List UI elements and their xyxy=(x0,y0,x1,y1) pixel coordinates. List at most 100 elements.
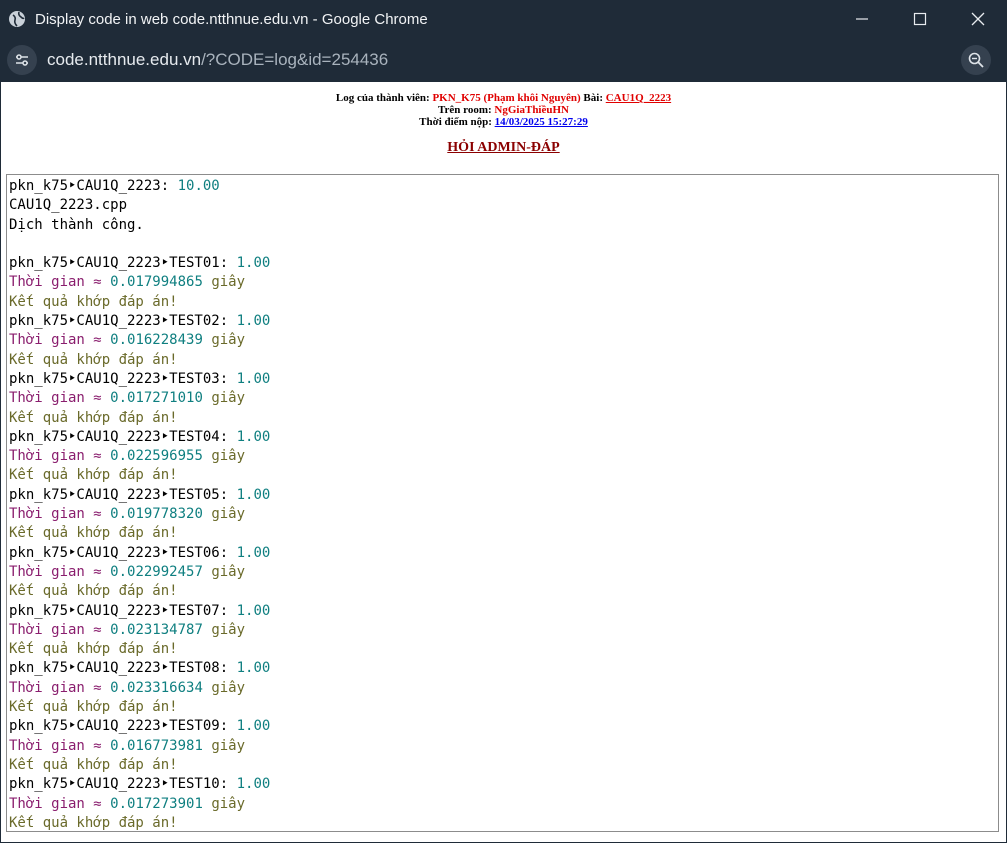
test-score: 1.00 xyxy=(236,776,271,793)
zoom-icon xyxy=(968,52,984,68)
test-name: pkn_k75‣CAU1Q_2223‣TEST03: xyxy=(9,370,229,387)
seconds-label: giây xyxy=(211,274,246,291)
test-time: 0.022596955 xyxy=(110,448,203,465)
test-time: 0.017271010 xyxy=(110,390,203,407)
time-label: Thời gian ≈ xyxy=(9,332,102,349)
minimize-button[interactable] xyxy=(833,0,891,38)
seconds-label: giây xyxy=(211,621,246,638)
time-label: Thời gian ≈ xyxy=(9,448,102,465)
time-label: Thời gian ≈ xyxy=(9,274,102,291)
globe-icon xyxy=(8,10,26,28)
test-time-line: Thời gian ≈ 0.017273901 giây xyxy=(9,796,245,812)
ask-admin: HỎI ADMIN-ĐÁP xyxy=(1,140,1006,156)
test-time: 0.019778320 xyxy=(110,506,203,523)
window-title: Display code in web code.ntthnue.edu.vn … xyxy=(35,10,428,28)
match-message: Kết quả khớp đáp án! xyxy=(9,699,178,716)
test-name: pkn_k75‣CAU1Q_2223‣TEST09: xyxy=(9,718,229,735)
room-label: Trên room: xyxy=(438,104,492,116)
test-result-line: pkn_k75‣CAU1Q_2223‣TEST10: 1.00 xyxy=(9,776,270,792)
time-label: Thời gian ≈ xyxy=(9,390,102,407)
test-result-line: pkn_k75‣CAU1Q_2223‣TEST07: 1.00 xyxy=(9,603,270,619)
test-name: pkn_k75‣CAU1Q_2223‣TEST08: xyxy=(9,660,229,677)
problem-label: Bài: xyxy=(583,92,603,104)
test-time-line: Thời gian ≈ 0.016773981 giây xyxy=(9,738,245,754)
room-line: Trên room: NgGiaThiềuHN xyxy=(1,104,1006,116)
test-time-line: Thời gian ≈ 0.016228439 giây xyxy=(9,332,245,348)
match-message: Kết quả khớp đáp án! xyxy=(9,525,178,542)
test-name: pkn_k75‣CAU1Q_2223‣TEST04: xyxy=(9,428,229,445)
test-time: 0.023134787 xyxy=(110,621,203,638)
maximize-button[interactable] xyxy=(891,0,949,38)
test-score: 1.00 xyxy=(236,718,271,735)
match-message: Kết quả khớp đáp án! xyxy=(9,814,178,831)
test-time: 0.017273901 xyxy=(110,795,203,812)
ask-admin-link[interactable]: HỎI ADMIN-ĐÁP xyxy=(447,140,559,155)
log-file-name: CAU1Q_2223.cpp xyxy=(9,197,128,214)
test-score: 1.00 xyxy=(236,255,271,272)
test-time: 0.022992457 xyxy=(110,563,203,580)
test-time-line: Thời gian ≈ 0.022596955 giây xyxy=(9,448,245,464)
test-time: 0.017994865 xyxy=(110,274,203,291)
site-info-button[interactable] xyxy=(7,45,37,75)
time-label: Thời điểm nộp: xyxy=(419,116,492,128)
test-score: 1.00 xyxy=(236,544,271,561)
test-time-line: Thời gian ≈ 0.022992457 giây xyxy=(9,564,245,580)
close-button[interactable] xyxy=(949,0,1007,38)
test-score: 1.00 xyxy=(236,602,271,619)
test-name: pkn_k75‣CAU1Q_2223‣TEST06: xyxy=(9,544,229,561)
time-label: Thời gian ≈ xyxy=(9,679,102,696)
test-result-line: pkn_k75‣CAU1Q_2223‣TEST08: 1.00 xyxy=(9,660,270,676)
test-result-line: pkn_k75‣CAU1Q_2223‣TEST05: 1.00 xyxy=(9,487,270,503)
close-icon xyxy=(971,12,985,26)
test-name: pkn_k75‣CAU1Q_2223‣TEST02: xyxy=(9,313,229,330)
seconds-label: giây xyxy=(211,679,246,696)
test-time: 0.023316634 xyxy=(110,679,203,696)
match-message: Kết quả khớp đáp án! xyxy=(9,641,178,658)
url-text[interactable]: code.ntthnue.edu.vn/?CODE=log&id=254436 xyxy=(47,50,388,70)
test-time-line: Thời gian ≈ 0.023134787 giây xyxy=(9,622,245,638)
problem-link[interactable]: CAU1Q_2223 xyxy=(606,92,671,104)
time-label: Thời gian ≈ xyxy=(9,506,102,523)
time-label: Thời gian ≈ xyxy=(9,737,102,754)
test-time: 0.016773981 xyxy=(110,737,203,754)
test-result-line: pkn_k75‣CAU1Q_2223‣TEST03: 1.00 xyxy=(9,371,270,387)
member-name: PKN_K75 (Phạm khôi Nguyên) xyxy=(432,92,581,104)
url-path: /?CODE=log&id=254436 xyxy=(201,50,389,69)
test-time-line: Thời gian ≈ 0.023316634 giây xyxy=(9,680,245,696)
seconds-label: giây xyxy=(211,448,246,465)
test-time-line: Thời gian ≈ 0.017994865 giây xyxy=(9,274,245,290)
member-label: Log của thành viên: xyxy=(335,92,430,104)
test-score: 1.00 xyxy=(236,370,271,387)
zoom-button[interactable] xyxy=(961,45,991,75)
address-bar: code.ntthnue.edu.vn/?CODE=log&id=254436 xyxy=(0,38,1007,82)
match-message: Kết quả khớp đáp án! xyxy=(9,583,178,600)
time-line: Thời điểm nộp: 14/03/2025 15:27:29 xyxy=(1,116,1006,128)
test-score: 1.00 xyxy=(236,313,271,330)
time-label: Thời gian ≈ xyxy=(9,795,102,812)
seconds-label: giây xyxy=(211,737,246,754)
url-host: code.ntthnue.edu.vn xyxy=(47,50,202,69)
test-results: pkn_k75‣CAU1Q_2223‣TEST01: 1.00 Thời gia… xyxy=(9,255,270,831)
test-result-line: pkn_k75‣CAU1Q_2223‣TEST04: 1.00 xyxy=(9,429,270,445)
test-name: pkn_k75‣CAU1Q_2223‣TEST07: xyxy=(9,602,229,619)
seconds-label: giây xyxy=(211,332,246,349)
test-result-line: pkn_k75‣CAU1Q_2223‣TEST02: 1.00 xyxy=(9,313,270,329)
match-message: Kết quả khớp đáp án! xyxy=(9,467,178,484)
maximize-icon xyxy=(913,12,927,26)
time-label: Thời gian ≈ xyxy=(9,563,102,580)
match-message: Kết quả khớp đáp án! xyxy=(9,351,178,368)
test-result-line: pkn_k75‣CAU1Q_2223‣TEST06: 1.00 xyxy=(9,545,270,561)
room-name: NgGiaThiềuHN xyxy=(494,104,569,116)
page-content: Log của thành viên: PKN_K75 (Phạm khôi N… xyxy=(1,82,1006,842)
log-box[interactable]: pkn_k75‣CAU1Q_2223: 10.00 CAU1Q_2223.cpp… xyxy=(6,174,999,832)
log-compile-status: Dịch thành công. xyxy=(9,216,144,233)
match-message: Kết quả khớp đáp án! xyxy=(9,293,178,310)
test-name: pkn_k75‣CAU1Q_2223‣TEST01: xyxy=(9,255,229,272)
test-name: pkn_k75‣CAU1Q_2223‣TEST05: xyxy=(9,486,229,503)
submission-info: Log của thành viên: PKN_K75 (Phạm khôi N… xyxy=(1,92,1006,128)
test-result-line: pkn_k75‣CAU1Q_2223‣TEST01: 1.00 xyxy=(9,255,270,271)
submit-time-link[interactable]: 14/03/2025 15:27:29 xyxy=(495,116,588,128)
test-score: 1.00 xyxy=(236,428,271,445)
match-message: Kết quả khớp đáp án! xyxy=(9,756,178,773)
test-time: 0.016228439 xyxy=(110,332,203,349)
